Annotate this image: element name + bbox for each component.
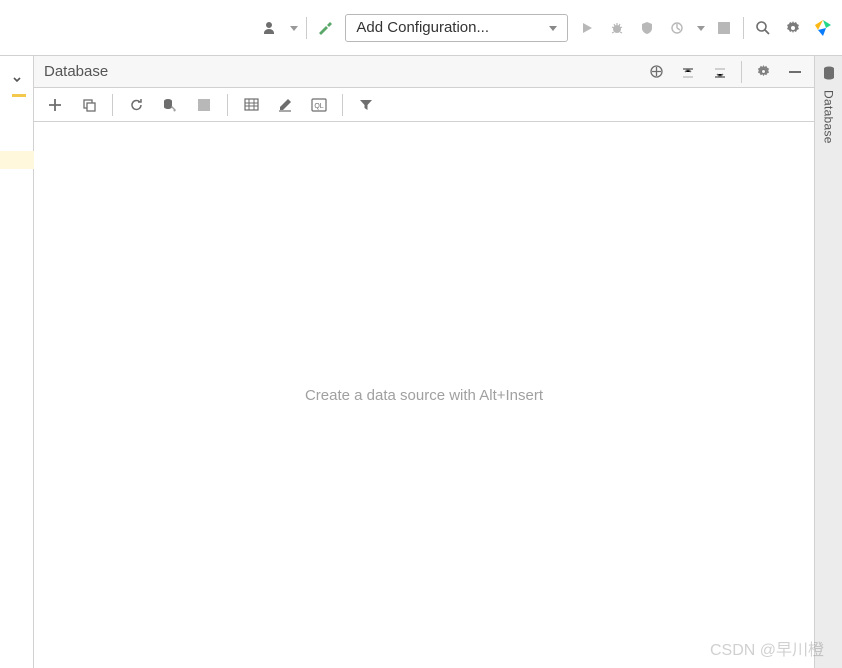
duplicate-icon[interactable] xyxy=(78,94,100,116)
right-tool-strip: Database xyxy=(814,56,842,668)
editor-gutter xyxy=(0,56,34,668)
empty-state-message: Create a data source with Alt+Insert xyxy=(305,387,543,404)
run-play-icon[interactable] xyxy=(576,17,598,39)
collapse-chevron-icon[interactable] xyxy=(0,70,33,90)
main-toolbar: Add Configuration... xyxy=(0,0,842,56)
search-icon[interactable] xyxy=(752,17,774,39)
collapse-all-icon[interactable] xyxy=(677,61,699,83)
tool-window-header: Database xyxy=(34,56,814,88)
rail-database-tab[interactable]: Database xyxy=(822,90,836,144)
separator xyxy=(741,61,742,83)
database-empty-state: Create a data source with Alt+Insert xyxy=(34,122,814,668)
line-highlight-marker xyxy=(0,151,34,169)
database-toolbar: QL xyxy=(34,88,814,122)
debug-bug-icon[interactable] xyxy=(606,17,628,39)
run-configuration-select[interactable]: Add Configuration... xyxy=(345,14,568,42)
query-console-icon[interactable]: QL xyxy=(308,94,330,116)
run-configuration-label: Add Configuration... xyxy=(356,19,489,36)
profile-icon[interactable] xyxy=(666,17,688,39)
jetbrains-logo-icon[interactable] xyxy=(812,17,834,39)
user-dropdown-arrow-icon[interactable] xyxy=(289,17,298,39)
separator xyxy=(306,17,307,39)
panel-settings-gear-icon[interactable] xyxy=(752,61,774,83)
gutter-change-marker xyxy=(12,94,26,97)
build-hammer-icon[interactable] xyxy=(315,17,337,39)
dropdown-arrow-icon xyxy=(549,24,557,32)
svg-text:QL: QL xyxy=(314,103,323,110)
settings-gear-icon[interactable] xyxy=(782,17,804,39)
separator xyxy=(342,94,343,116)
profile-dropdown-arrow-icon[interactable] xyxy=(696,17,705,39)
filter-funnel-icon[interactable] xyxy=(355,94,377,116)
expand-all-icon[interactable] xyxy=(709,61,731,83)
disconnect-icon[interactable] xyxy=(193,94,215,116)
tool-window-title: Database xyxy=(42,63,645,80)
separator xyxy=(743,17,744,39)
stop-icon[interactable] xyxy=(713,17,735,39)
hide-panel-icon[interactable] xyxy=(784,61,806,83)
refresh-icon[interactable] xyxy=(125,94,147,116)
main-area: Database xyxy=(0,56,842,668)
separator xyxy=(227,94,228,116)
user-icon[interactable] xyxy=(259,17,281,39)
table-view-icon[interactable] xyxy=(240,94,262,116)
coverage-icon[interactable] xyxy=(636,17,658,39)
separator xyxy=(112,94,113,116)
assign-data-sources-icon[interactable] xyxy=(645,61,667,83)
add-datasource-icon[interactable] xyxy=(44,94,66,116)
edit-pencil-icon[interactable] xyxy=(274,94,296,116)
tool-window-header-actions xyxy=(645,61,806,83)
datasource-properties-icon[interactable] xyxy=(159,94,181,116)
database-stack-icon[interactable] xyxy=(818,62,840,84)
database-tool-window: Database xyxy=(34,56,814,668)
